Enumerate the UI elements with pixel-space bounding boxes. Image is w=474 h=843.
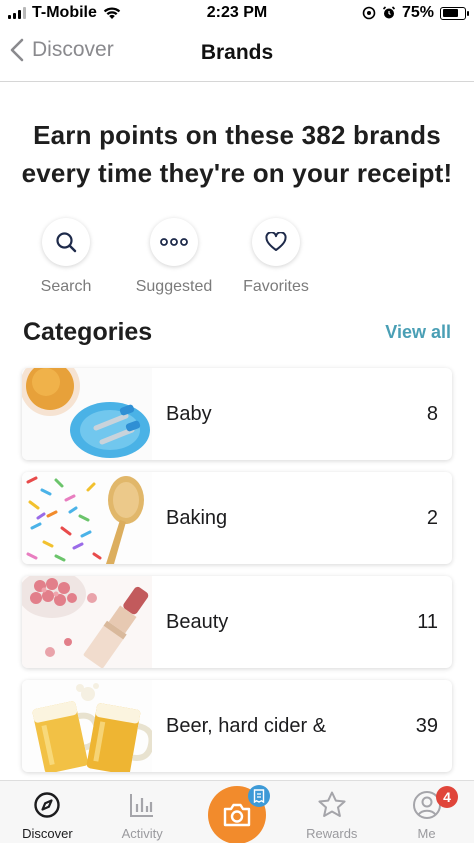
categories-list: Baby 8 Baking 2 Beauty 11 Beer, hard cid… [22,368,452,784]
star-icon [317,788,347,822]
receipt-icon [253,789,265,803]
category-card-beer[interactable]: Beer, hard cider & 39 [22,680,452,772]
category-name: Baby [166,402,212,425]
search-action-label: Search [40,278,92,295]
more-dots-icon [160,238,188,246]
category-count: 8 [426,402,438,425]
tab-discover[interactable]: Discover [0,781,95,843]
sprinkles-spoon-image [22,472,152,564]
status-bar: T-Mobile 2:23 PM 75% [0,0,474,26]
suggested-action-circle[interactable] [150,218,198,266]
category-count: 11 [417,610,438,633]
tab-rewards-label: Rewards [306,826,358,841]
battery-icon [440,6,469,20]
suggested-action[interactable]: Suggested [126,218,222,296]
chevron-left-icon [10,38,24,62]
category-count: 2 [426,506,438,529]
tab-activity-label: Activity [121,826,163,841]
tab-me[interactable]: Me [379,781,474,843]
navigation-bar: Discover Brands [0,26,474,82]
quick-actions: Search Suggested Favorites [14,218,328,296]
category-name: Baking [166,506,228,529]
battery-fill [442,9,459,17]
tab-me-label: Me [417,826,436,841]
favorites-action-label: Favorites [243,278,309,295]
category-card-baby[interactable]: Baby 8 [22,368,452,460]
headline: Earn points on these 382 brands every ti… [21,120,453,188]
category-name: Beauty [166,610,229,633]
view-all-link[interactable]: View all [385,322,451,343]
compass-icon [33,788,61,822]
search-icon [56,232,77,253]
categories-title: Categories [23,318,153,346]
back-label: Discover [32,38,114,61]
favorites-action-circle[interactable] [252,218,300,266]
tab-rewards[interactable]: Rewards [284,781,379,843]
category-count: 39 [415,714,438,737]
suggested-action-label: Suggested [135,278,213,295]
beer-mugs-image [22,680,152,772]
favorites-action[interactable]: Favorites [224,218,328,296]
baby-food-image [22,368,152,460]
ereceipt-badge [248,785,270,807]
search-action-circle[interactable] [42,218,90,266]
clock: 2:23 PM [206,4,268,21]
tab-activity[interactable]: Activity [95,781,190,843]
back-button[interactable]: Discover [10,38,114,62]
lipstick-blush-image [22,576,152,668]
search-action[interactable]: Search [14,218,118,296]
category-card-baking[interactable]: Baking 2 [22,472,452,564]
camera-icon [223,803,251,827]
tab-discover-label: Discover [22,826,73,841]
heart-icon [265,232,287,251]
notification-badge: 4 [436,786,458,808]
category-name: Beer, hard cider & [166,714,327,737]
bar-chart-icon [129,788,155,822]
categories-header: Categories View all [23,318,451,347]
category-card-beauty[interactable]: Beauty 11 [22,576,452,668]
